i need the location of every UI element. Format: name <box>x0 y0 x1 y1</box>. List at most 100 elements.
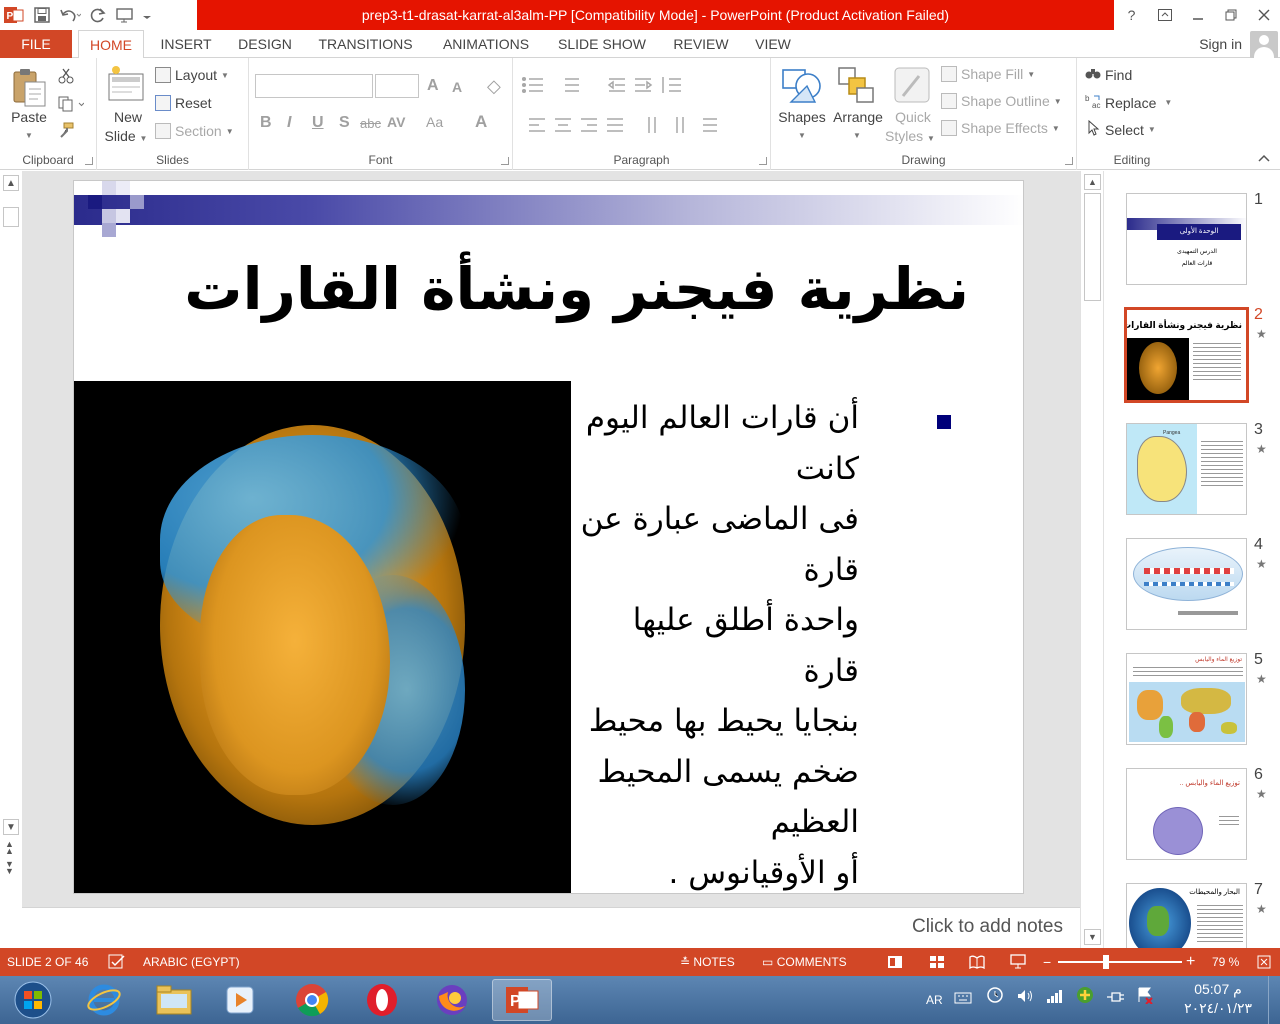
slide-title[interactable]: نظرية فيجنر ونشأة القارات <box>184 255 969 323</box>
close-icon[interactable] <box>1247 0 1280 30</box>
copy-icon[interactable] <box>58 96 85 115</box>
scroll-down-icon[interactable]: ▼ <box>1084 929 1101 945</box>
ribbon-display-options-icon[interactable] <box>1148 0 1181 30</box>
paste-icon[interactable] <box>11 66 49 113</box>
font-launcher-icon[interactable] <box>501 157 509 165</box>
firefox-icon[interactable] <box>422 979 482 1021</box>
tab-insert[interactable]: INSERT <box>150 30 222 58</box>
shape-outline-button[interactable]: Shape Outline ▼ <box>941 93 1062 109</box>
scroll-thumb[interactable] <box>1084 193 1101 301</box>
clear-formatting-icon[interactable]: ◇ <box>487 76 501 97</box>
character-spacing-button[interactable]: AV <box>387 114 405 130</box>
text-shadow-button[interactable]: S <box>339 114 350 132</box>
zoom-level[interactable]: 79 % <box>1212 948 1239 976</box>
avatar[interactable] <box>1250 31 1278 59</box>
section-button[interactable]: Section ▼ <box>155 123 234 139</box>
font-size-input[interactable] <box>375 74 419 98</box>
bullet-text-box[interactable]: أن قارات العالم اليوم كانت فى الماضى عبا… <box>571 393 931 893</box>
thumbnail-slide-3[interactable]: Pangea <box>1126 423 1247 515</box>
chrome-icon[interactable] <box>282 979 342 1021</box>
previous-slide-icon[interactable]: ▲ ▲ <box>5 840 14 856</box>
paste-dropdown-icon[interactable]: ▼ <box>25 131 33 140</box>
powerpoint-app-icon[interactable]: P <box>0 1 28 29</box>
slide-canvas[interactable]: نظرية فيجنر ونشأة القارات أن قارات العال… <box>73 180 1024 894</box>
tab-file[interactable]: FILE <box>0 30 72 58</box>
scroll-up-icon[interactable]: ▲ <box>3 175 19 191</box>
internet-explorer-icon[interactable] <box>74 979 134 1021</box>
paste-button[interactable]: Paste <box>4 108 54 127</box>
restore-icon[interactable] <box>1214 0 1247 30</box>
underline-button[interactable]: U <box>312 114 324 132</box>
tab-view[interactable]: VIEW <box>746 30 800 58</box>
collapse-ribbon-icon[interactable] <box>1258 151 1270 165</box>
notes-button[interactable]: ≛ NOTES <box>680 948 735 976</box>
new-slide-label-1[interactable]: New <box>102 108 154 127</box>
save-icon[interactable] <box>28 1 56 29</box>
thumbnail-slide-6[interactable]: توزيع الماء واليابس .. <box>1126 768 1247 860</box>
strikethrough-button[interactable]: abc <box>360 116 381 131</box>
powerpoint-taskbar-icon[interactable]: P <box>492 979 552 1021</box>
cut-icon[interactable] <box>58 68 74 87</box>
font-name-input[interactable] <box>255 74 373 98</box>
media-player-icon[interactable] <box>210 979 270 1021</box>
comments-button[interactable]: ▭ COMMENTS <box>762 948 847 976</box>
tab-home[interactable]: HOME <box>78 30 144 59</box>
zoom-slider-thumb[interactable] <box>1103 955 1109 969</box>
system-clock[interactable]: 05:07 م ٢٠٢٤/٠١/٢٣ <box>1184 980 1252 1018</box>
thumbnail-slide-2[interactable]: نظرية فيجنر ونشأة القارات <box>1124 307 1249 403</box>
redo-icon[interactable] <box>84 1 112 29</box>
find-button[interactable]: Find <box>1085 66 1132 83</box>
shapes-icon[interactable] <box>781 64 823 107</box>
shape-fill-button[interactable]: Shape Fill ▼ <box>941 66 1035 82</box>
thumbnail-slide-5[interactable]: توزيع الماء واليابس <box>1126 653 1247 745</box>
start-button[interactable] <box>4 979 62 1021</box>
shapes-button[interactable]: Shapes <box>775 108 829 127</box>
tab-review[interactable]: REVIEW <box>662 30 740 58</box>
arrange-icon[interactable] <box>837 66 877 107</box>
italic-button[interactable]: I <box>287 114 291 132</box>
show-desktop-button[interactable] <box>1268 976 1280 1024</box>
zoom-slider[interactable] <box>1058 961 1182 963</box>
new-slide-button[interactable]: Slide ▼ <box>97 127 155 148</box>
opera-icon[interactable] <box>352 979 412 1021</box>
keyboard-icon[interactable] <box>954 976 972 1024</box>
drawing-launcher-icon[interactable] <box>1065 157 1073 165</box>
arrange-dropdown-icon[interactable]: ▼ <box>853 131 861 140</box>
new-slide-icon[interactable] <box>107 64 147 107</box>
thumbnail-slide-4[interactable] <box>1126 538 1247 630</box>
thumbnail-slide-7[interactable]: البحار والمحيطات <box>1126 883 1247 948</box>
undo-icon[interactable] <box>56 1 84 29</box>
scroll-up-icon[interactable]: ▲ <box>1084 174 1101 190</box>
bold-button[interactable]: B <box>260 114 272 132</box>
quick-styles-label-1[interactable]: Quick <box>887 108 939 127</box>
format-painter-icon[interactable] <box>58 122 74 141</box>
tab-animations[interactable]: ANIMATIONS <box>430 30 542 58</box>
tab-design[interactable]: DESIGN <box>228 30 302 58</box>
zoom-out-button[interactable]: − <box>1043 948 1051 976</box>
input-language[interactable]: AR <box>926 976 943 1024</box>
layout-button[interactable]: Layout ▼ <box>155 67 229 83</box>
scroll-down-icon[interactable]: ▼ <box>3 819 19 835</box>
tab-slide-show[interactable]: SLIDE SHOW <box>548 30 656 58</box>
grow-font-icon[interactable]: A <box>427 77 439 95</box>
globe-image[interactable] <box>74 381 571 893</box>
zoom-in-button[interactable]: + <box>1186 948 1195 976</box>
reset-button[interactable]: Reset <box>155 95 212 111</box>
arrange-button[interactable]: Arrange <box>829 108 887 127</box>
volume-icon[interactable] <box>1016 976 1034 1024</box>
network-icon[interactable] <box>1046 976 1064 1024</box>
scroll-thumb[interactable] <box>3 207 19 227</box>
normal-view-icon[interactable] <box>887 948 903 979</box>
replace-button[interactable]: b ac Replace ▼ <box>1085 93 1172 112</box>
action-center-icon[interactable] <box>1136 976 1154 1024</box>
thumbnail-slide-1[interactable]: الوحدة الأولى الدرس التمهيدى قارات العال… <box>1126 193 1247 285</box>
notes-pane[interactable]: Click to add notes <box>22 907 1080 948</box>
shape-effects-button[interactable]: Shape Effects ▼ <box>941 120 1060 136</box>
change-case-button[interactable]: Aa <box>426 114 443 130</box>
clock-tray-icon[interactable] <box>986 976 1004 1024</box>
start-from-beginning-icon[interactable] <box>112 1 140 29</box>
customize-qat-icon[interactable] <box>140 1 154 29</box>
paragraph-launcher-icon[interactable] <box>759 157 767 165</box>
font-color-button[interactable]: A <box>475 112 487 132</box>
quick-styles-button[interactable]: Styles ▼ <box>881 127 939 148</box>
